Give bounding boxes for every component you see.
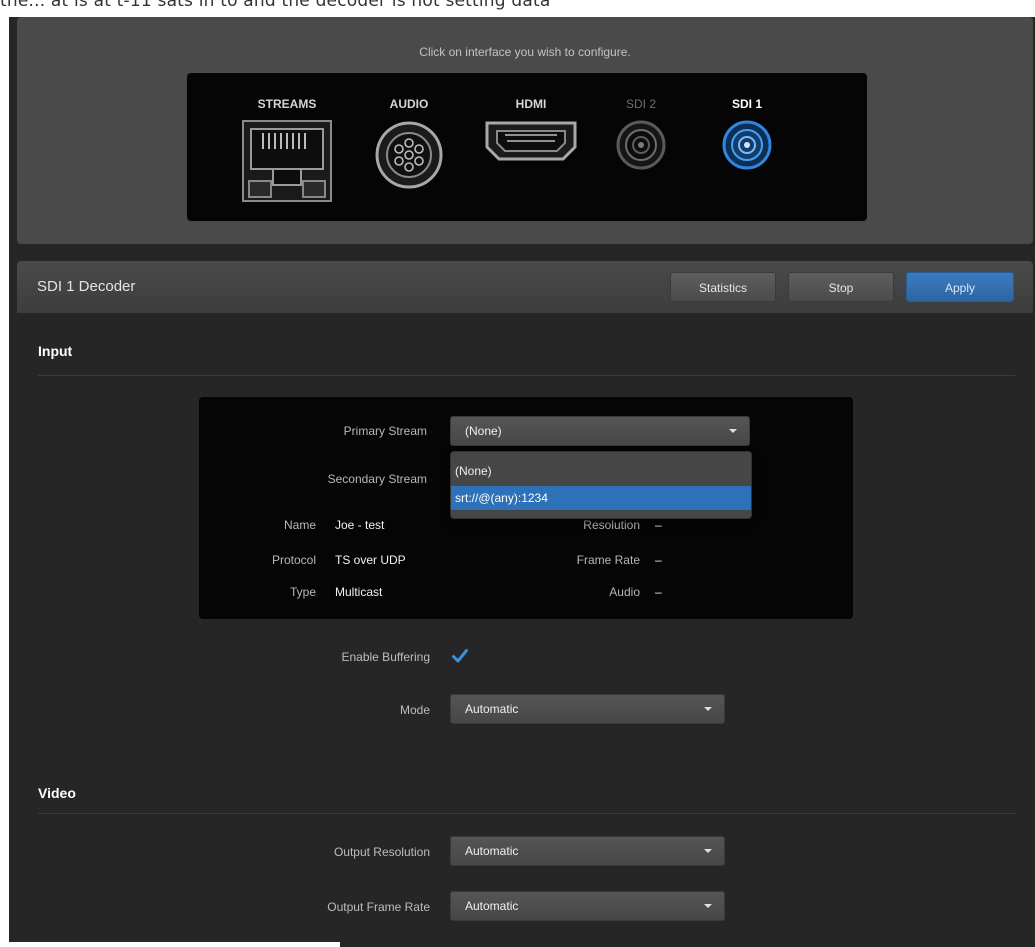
primary-stream-select[interactable]: (None) — [450, 416, 750, 446]
stream-dropdown-menu: (None) srt://@(any):1234 — [450, 451, 752, 519]
output-framerate-value: Automatic — [465, 899, 519, 913]
input-divider — [38, 375, 1015, 376]
cropped-caption-strip: the... at is at t-11 sats in to and the … — [0, 0, 1035, 17]
port-sdi-1[interactable]: SDI 1 — [721, 97, 773, 171]
output-resolution-value: Automatic — [465, 844, 519, 858]
port-streams[interactable]: STREAMS — [239, 97, 335, 203]
output-framerate-label: Output Frame Rate — [327, 900, 430, 914]
audio-label: Audio — [609, 585, 640, 599]
mode-label: Mode — [399, 703, 430, 717]
output-framerate-select[interactable]: Automatic — [450, 891, 725, 921]
output-resolution-label: Output Resolution — [333, 845, 430, 859]
port-panel: STREAMS AUDIO HDMI SDI 2 SDI 1 — [187, 73, 867, 221]
decoder-title: SDI 1 Decoder — [37, 278, 136, 295]
cropped-caption-text: the... at is at t-11 sats in to and the … — [0, 0, 551, 11]
mode-value: Automatic — [465, 702, 519, 716]
port-sdi-1-label: SDI 1 — [731, 97, 762, 111]
port-sdi-2[interactable]: SDI 2 — [615, 97, 667, 171]
resolution-label: Resolution — [583, 518, 640, 532]
dropdown-option-none[interactable]: (None) — [451, 459, 751, 483]
video-section-title: Video — [38, 785, 76, 801]
selector-hint: Click on interface you wish to configure… — [419, 45, 631, 59]
type-label: Type — [289, 585, 316, 599]
bottom-edge-strip — [0, 942, 340, 947]
port-streams-label: STREAMS — [257, 97, 317, 111]
stop-button[interactable]: Stop — [788, 272, 894, 302]
left-edge-strip — [0, 17, 9, 947]
audio-connector-icon — [375, 121, 443, 189]
port-audio[interactable]: AUDIO — [373, 97, 445, 191]
ethernet-port-icon — [242, 120, 332, 202]
primary-stream-label: Primary Stream — [343, 424, 427, 438]
primary-stream-value: (None) — [465, 424, 502, 438]
chevron-down-icon — [704, 707, 712, 711]
framerate-label: Frame Rate — [576, 553, 640, 567]
bnc-connector-selected-icon — [722, 120, 772, 170]
bnc-connector-icon — [616, 120, 666, 170]
decoder-header: SDI 1 Decoder Statistics Stop Apply — [17, 261, 1033, 313]
audio-value: – — [655, 585, 662, 599]
hdmi-port-icon — [485, 121, 577, 161]
dropdown-option-srt[interactable]: srt://@(any):1234 — [451, 486, 751, 510]
secondary-stream-label: Secondary Stream — [327, 472, 427, 486]
mode-select[interactable]: Automatic — [450, 694, 725, 724]
port-hdmi-label: HDMI — [515, 97, 547, 111]
statistics-button[interactable]: Statistics — [670, 272, 776, 302]
protocol-value: TS over UDP — [335, 553, 406, 567]
port-sdi-2-label: SDI 2 — [625, 97, 656, 111]
protocol-label: Protocol — [271, 553, 316, 567]
chevron-down-icon — [729, 429, 737, 433]
apply-button[interactable]: Apply — [906, 272, 1014, 302]
port-hdmi[interactable]: HDMI — [483, 97, 579, 163]
input-section-title: Input — [38, 343, 73, 359]
interface-selector-panel: Click on interface you wish to configure… — [17, 17, 1033, 244]
chevron-down-icon — [704, 904, 712, 908]
output-resolution-select[interactable]: Automatic — [450, 836, 725, 866]
video-divider — [38, 813, 1015, 814]
enable-buffering-label: Enable Buffering — [341, 650, 430, 664]
checkmark-icon[interactable] — [452, 649, 468, 663]
port-audio-label: AUDIO — [389, 97, 429, 111]
framerate-value: – — [655, 553, 662, 567]
name-label: Name — [283, 518, 316, 532]
type-value: Multicast — [335, 585, 383, 599]
chevron-down-icon — [704, 849, 712, 853]
resolution-value: – — [655, 518, 662, 532]
name-value: Joe - test — [335, 518, 385, 532]
